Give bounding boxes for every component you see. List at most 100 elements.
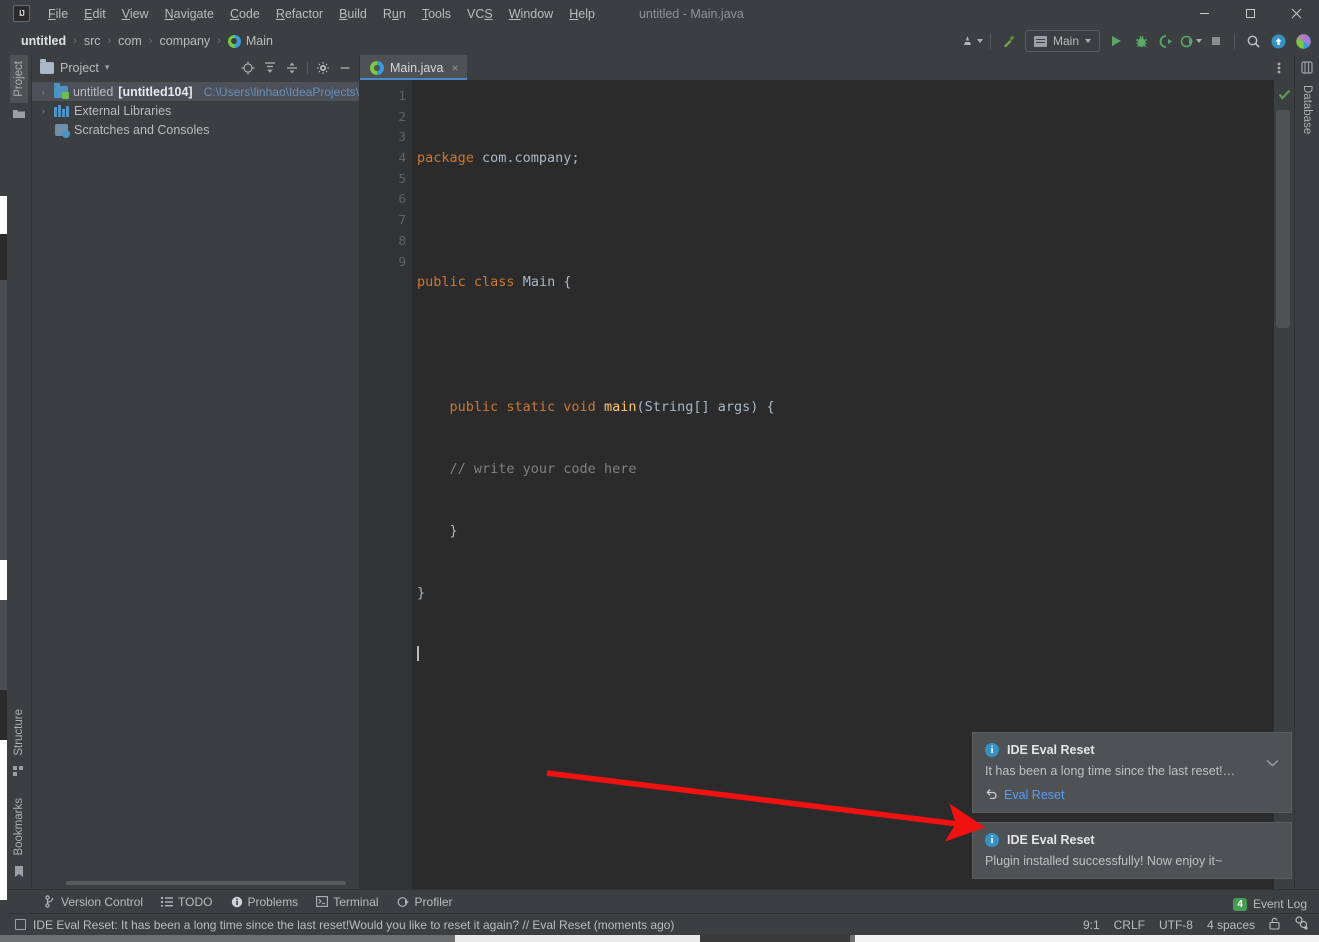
event-log-indicator[interactable]: 4 Event Log (1233, 897, 1307, 911)
tab-label: Main.java (390, 60, 444, 75)
run-with-coverage-button[interactable] (1154, 29, 1178, 53)
menu-refactor[interactable]: Refactor (268, 3, 331, 25)
inspection-ok-icon[interactable] (1278, 88, 1291, 104)
caret-position[interactable]: 9:1 (1083, 918, 1100, 932)
scroll-from-source-icon[interactable] (238, 58, 258, 78)
notification-eval-reset-prompt[interactable]: i IDE Eval Reset It has been a long time… (972, 732, 1292, 813)
code-token: public class (417, 274, 515, 291)
breadcrumb-com[interactable]: com (118, 34, 142, 48)
run-configuration-selector[interactable]: Main (1024, 30, 1100, 52)
menu-build[interactable]: Build (331, 3, 375, 25)
main-toolbar: Main (960, 27, 1315, 55)
notification-plugin-installed[interactable]: i IDE Eval Reset Plugin installed succes… (972, 822, 1292, 879)
menu-file[interactable]: FFileile (40, 3, 76, 25)
breadcrumb-main[interactable]: Main (227, 34, 273, 48)
tree-node-name: Scratches and Consoles (74, 122, 210, 137)
project-panel-title-label: Project (60, 60, 99, 75)
search-everywhere-button[interactable] (1241, 29, 1265, 53)
message-square-icon (15, 919, 26, 930)
collapse-all-icon[interactable] (260, 58, 280, 78)
breadcrumb-untitled[interactable]: untitled (21, 34, 66, 48)
upload-cloud-icon[interactable] (1266, 29, 1290, 53)
editor-gutter[interactable]: 1 2 3 4 5− 6 7− 8 9 (360, 80, 450, 889)
menu-help[interactable]: Help (561, 3, 603, 25)
project-panel-actions (238, 58, 355, 78)
profile-button[interactable] (1179, 29, 1203, 53)
bottom-item-profiler[interactable]: Profiler (389, 892, 461, 912)
line-separator[interactable]: CRLF (1114, 918, 1145, 932)
sidebar-item-project[interactable]: Project (10, 55, 28, 103)
lock-icon[interactable] (1269, 917, 1280, 933)
menu-tools[interactable]: Tools (414, 3, 459, 25)
gutter-line: 5− (360, 169, 450, 190)
menu-run[interactable]: Run (375, 3, 414, 25)
minimize-button[interactable] (1181, 0, 1227, 27)
sidebar-item-bookmarks[interactable]: Bookmarks (10, 792, 28, 862)
close-icon[interactable]: × (452, 61, 459, 75)
structure-tab-label: Structure (13, 708, 25, 756)
more-options-icon[interactable] (1270, 60, 1288, 76)
status-message[interactable]: IDE Eval Reset: It has been a long time … (15, 918, 674, 932)
tab-main-java[interactable]: Main.java × (360, 55, 467, 80)
menu-navigate[interactable]: Navigate (157, 3, 222, 25)
intellij-window: IJ FFileile Edit View Navigate Code Refa… (7, 0, 1319, 935)
text-cursor (417, 645, 419, 661)
vcs-branch-icon (45, 895, 56, 908)
project-panel-horizontal-scrollbar[interactable] (66, 881, 346, 885)
chevron-down-icon[interactable] (1258, 757, 1279, 771)
settings-gear-icon[interactable] (313, 58, 333, 78)
bottom-item-label: Problems (247, 894, 299, 909)
bottom-item-terminal[interactable]: Terminal (308, 892, 386, 912)
tree-row-untitled[interactable]: › untitled [untitled104] C:\Users\linhao… (32, 82, 359, 101)
tree-row-external-libraries[interactable]: › External Libraries (32, 101, 359, 120)
bottom-item-todo[interactable]: TODO (153, 892, 220, 912)
external-libraries-icon (54, 104, 69, 117)
breadcrumb-src[interactable]: src (84, 34, 101, 48)
project-panel-title[interactable]: Project ▾ (40, 59, 110, 75)
breadcrumb-company[interactable]: company (159, 34, 210, 48)
menu-view[interactable]: View (114, 3, 157, 25)
run-button[interactable] (1104, 29, 1128, 53)
tree-row-scratches[interactable]: Scratches and Consoles (32, 120, 359, 139)
editor-vertical-scrollbar[interactable] (1276, 110, 1290, 328)
undo-icon (985, 787, 998, 802)
maximize-button[interactable] (1227, 0, 1273, 27)
notification-body: It has been a long time since the last r… (985, 764, 1236, 778)
bottom-item-version-control[interactable]: Version Control (37, 892, 151, 912)
window-controls (1181, 0, 1319, 27)
sidebar-item-structure[interactable]: Structure (10, 703, 28, 762)
notification-title-row: i IDE Eval Reset (985, 743, 1279, 757)
bottom-item-label: Version Control (61, 894, 144, 909)
inspection-profile-icon[interactable] (1294, 916, 1309, 933)
module-icon (53, 83, 69, 99)
menu-edit[interactable]: Edit (76, 3, 114, 25)
expand-all-icon[interactable] (282, 58, 302, 78)
stop-button[interactable] (1204, 29, 1228, 53)
background-window-bottom-2 (855, 935, 1319, 942)
indent-setting[interactable]: 4 spaces (1207, 918, 1255, 932)
menu-code[interactable]: Code (222, 3, 268, 25)
chevron-right-icon[interactable]: › (38, 106, 49, 116)
sidebar-item-database[interactable]: Database (1298, 79, 1316, 140)
updates-icon[interactable] (960, 29, 984, 53)
bottom-item-problems[interactable]: Problems (223, 892, 307, 912)
code-token: } (417, 522, 458, 539)
eval-reset-link[interactable]: Eval Reset (1004, 788, 1064, 802)
menu-window[interactable]: Window (501, 3, 561, 25)
file-encoding[interactable]: UTF-8 (1159, 918, 1193, 932)
gutter-line: 6 (398, 191, 406, 207)
hide-panel-icon[interactable] (335, 58, 355, 78)
event-log-label: Event Log (1252, 897, 1307, 911)
bottom-item-label: Terminal (333, 894, 379, 909)
gutter-line: 8 (398, 232, 406, 248)
gutter-line: 1 (398, 88, 406, 103)
chevron-down-icon[interactable]: ▾ (105, 62, 110, 73)
close-button[interactable] (1273, 0, 1319, 27)
menu-vcs[interactable]: VCS (459, 3, 501, 25)
chevron-right-icon[interactable]: › (38, 87, 49, 97)
code-token: // write your code here (449, 460, 637, 477)
ide-features-icon[interactable] (1291, 29, 1315, 53)
build-hammer-icon[interactable] (997, 29, 1021, 53)
debug-button[interactable] (1129, 29, 1153, 53)
project-tab-label: Project (13, 61, 25, 97)
